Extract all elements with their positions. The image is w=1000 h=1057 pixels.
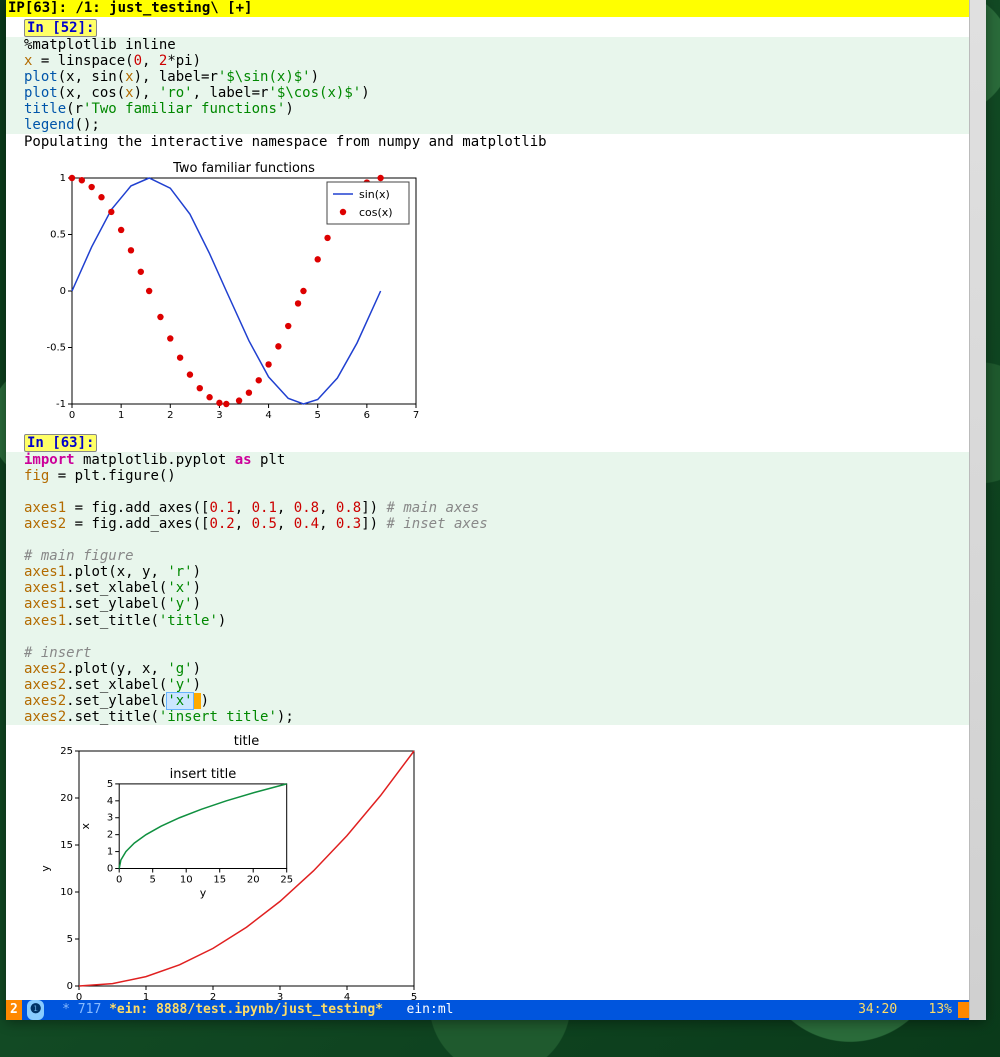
cell-prompt-2: In [63]: — [24, 434, 97, 452]
cell-prompt-1: In [52]: — [24, 19, 97, 37]
svg-text:2: 2 — [167, 410, 173, 421]
cell-1-code[interactable]: %matplotlib inline x = linspace(0, 2*pi)… — [6, 37, 970, 134]
svg-text:0: 0 — [67, 981, 73, 992]
svg-text:7: 7 — [413, 410, 419, 421]
svg-text:y: y — [200, 887, 207, 900]
svg-text:5: 5 — [107, 779, 113, 790]
svg-text:4: 4 — [107, 796, 113, 807]
cursor-region: 'x' — [167, 693, 192, 709]
scroll-percent: 13% — [929, 1000, 952, 1020]
svg-text:25: 25 — [280, 875, 293, 886]
svg-text:15: 15 — [213, 875, 226, 886]
major-mode: ein:ml — [407, 1000, 454, 1020]
svg-text:0.5: 0.5 — [50, 229, 66, 240]
svg-text:20: 20 — [247, 875, 260, 886]
cell-2-figure: 0 1 2 3 4 5 0 5 10 15 20 25 title x y 0 5 10 15 20 25 0 1 2 3 4 5 i… — [24, 731, 424, 1000]
svg-text:0: 0 — [69, 410, 75, 421]
svg-text:5: 5 — [315, 410, 321, 421]
svg-text:5: 5 — [150, 875, 156, 886]
svg-text:y: y — [39, 865, 52, 872]
emacs-mode-line: 2❶ * 717 *ein: 8888/test.ipynb/just_test… — [6, 1000, 986, 1020]
svg-text:sin(x): sin(x) — [359, 188, 390, 201]
svg-text:0: 0 — [76, 992, 82, 1000]
svg-text:3: 3 — [216, 410, 222, 421]
buffer-name[interactable]: *ein: 8888/test.ipynb/just_testing* — [109, 1000, 383, 1020]
window-number-icon: ❶ — [27, 1000, 45, 1020]
svg-text:insert title: insert title — [170, 767, 237, 782]
svg-text:x: x — [79, 823, 92, 830]
workspace-indicator[interactable]: 2 — [6, 1000, 22, 1020]
cell-1-figure: 0 1 2 3 4 5 6 7 -1 -0.5 0 0.5 1 Two familiar function… — [24, 156, 424, 426]
cursor-position: 34:20 — [858, 1000, 897, 1020]
svg-text:1: 1 — [118, 410, 124, 421]
svg-text:1: 1 — [107, 847, 113, 858]
svg-text:10: 10 — [180, 875, 193, 886]
modeline-end-block — [958, 1002, 980, 1018]
svg-text:20: 20 — [60, 793, 73, 804]
text-cursor — [193, 693, 201, 709]
svg-text:cos(x): cos(x) — [359, 206, 393, 219]
svg-text:0: 0 — [107, 864, 113, 875]
svg-text:4: 4 — [265, 410, 271, 421]
notebook-buffer[interactable]: In [52]: %matplotlib inline x = linspace… — [6, 17, 970, 1000]
svg-text:-0.5: -0.5 — [46, 342, 66, 353]
svg-text:3: 3 — [277, 992, 283, 1000]
line-count: 717 — [78, 1000, 101, 1020]
svg-text:Two familiar functions: Two familiar functions — [172, 161, 315, 176]
svg-text:5: 5 — [411, 992, 417, 1000]
svg-text:-1: -1 — [56, 399, 66, 410]
svg-text:2: 2 — [210, 992, 216, 1000]
emacs-header-line: IP[63]: /1: just_testing\ [+] — [6, 0, 986, 17]
svg-text:15: 15 — [60, 840, 73, 851]
modified-star: * — [62, 1000, 70, 1020]
emacs-frame: IP[63]: /1: just_testing\ [+] In [52]: %… — [6, 0, 986, 1020]
svg-text:1: 1 — [60, 173, 66, 184]
svg-text:0: 0 — [60, 286, 66, 297]
cell-2-code[interactable]: import matplotlib.pyplot as plt fig = pl… — [6, 452, 970, 726]
svg-text:6: 6 — [364, 410, 370, 421]
svg-text:25: 25 — [60, 746, 73, 757]
svg-text:4: 4 — [344, 992, 350, 1000]
svg-text:5: 5 — [67, 934, 73, 945]
svg-text:1: 1 — [143, 992, 149, 1000]
svg-text:title: title — [234, 734, 259, 749]
cell-1-stdout: Populating the interactive namespace fro… — [6, 134, 970, 150]
svg-text:2: 2 — [107, 830, 113, 841]
svg-text:3: 3 — [107, 813, 113, 824]
svg-text:0: 0 — [116, 875, 122, 886]
svg-text:10: 10 — [60, 887, 73, 898]
